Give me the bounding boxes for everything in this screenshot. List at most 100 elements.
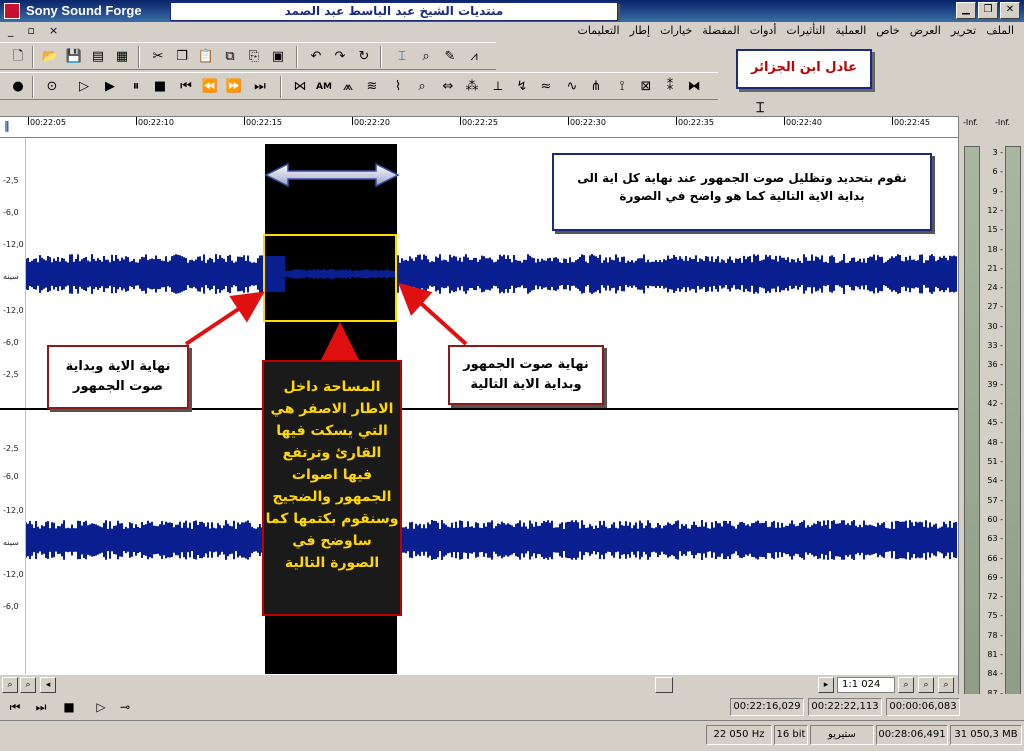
undo-icon[interactable]: ↶	[306, 47, 326, 67]
envelope-tool-icon[interactable]: ⩘	[464, 47, 484, 67]
time-ruler[interactable]: 00:22:05 00:22:10 00:22:15 00:22:20 00:2…	[0, 116, 958, 138]
sample-rate[interactable]: 22 050 Hz	[706, 725, 772, 745]
bit-depth[interactable]: 16 bit	[774, 725, 808, 745]
play-all-icon[interactable]: ▷	[74, 77, 94, 97]
mdi-restore-button[interactable]: ▫	[28, 24, 35, 37]
menu-edit[interactable]: تحرير	[951, 24, 976, 37]
menu-file[interactable]: الملف	[986, 24, 1014, 37]
paste-icon[interactable]: 📋	[196, 47, 216, 67]
redo-icon[interactable]: ↷	[330, 47, 350, 67]
separator	[380, 46, 382, 68]
dynamics-icon[interactable]: ⊠	[636, 77, 656, 97]
filter-icon[interactable]: ⧓	[684, 77, 704, 97]
repeat-icon[interactable]: ↻	[354, 47, 374, 67]
normalize-icon[interactable]: ⌇	[388, 77, 408, 97]
maximize-button[interactable]: ❐	[978, 2, 998, 19]
go-to-end-icon[interactable]: ⏭	[250, 77, 270, 97]
center-callout: المساحة داخل الاطار الاصفر هي التي يسكت …	[262, 360, 402, 616]
menu-view[interactable]: العرض	[910, 24, 941, 37]
menu-favorites[interactable]: المفضلة	[702, 24, 739, 37]
flanger-icon[interactable]: ≈	[536, 77, 556, 97]
meter-scale-label: 27 -	[987, 302, 1003, 312]
save-all-icon[interactable]: ▤	[88, 47, 108, 67]
magnify-tool-icon[interactable]: ⌕	[416, 47, 436, 67]
meter-inf-right: -Inf.	[995, 118, 1011, 127]
reverse-icon[interactable]: ↯	[512, 77, 532, 97]
ruler-tick	[460, 117, 461, 125]
am-icon[interactable]: AM	[314, 77, 334, 97]
edit-tool-icon[interactable]: ⌶	[392, 47, 412, 67]
chorus-icon[interactable]: ∿	[562, 77, 582, 97]
properties-icon[interactable]: ▦	[112, 47, 132, 67]
mini-prev-icon[interactable]: ⏮	[6, 698, 24, 716]
menu-special[interactable]: خاص	[876, 24, 899, 37]
loop-icon[interactable]: ⊙	[42, 77, 62, 97]
zoom-fit-icon[interactable]: ⌕	[938, 677, 954, 693]
open-folder-icon[interactable]: 📂	[40, 47, 60, 67]
zoom-in-icon[interactable]: ⌕	[2, 677, 18, 693]
pause-icon[interactable]: ⏸	[126, 77, 146, 97]
mini-stop-icon[interactable]: ■	[60, 698, 78, 716]
menu-window[interactable]: إطار	[630, 24, 650, 37]
play-icon[interactable]: ▶	[100, 77, 120, 97]
close-button[interactable]: ✕	[1000, 2, 1020, 19]
selection-length-time: 00:00:06,083	[886, 698, 960, 716]
mini-next-icon[interactable]: ⏭	[32, 698, 50, 716]
new-file-icon[interactable]: 🗋	[8, 47, 28, 67]
meter-scale-label: 15 -	[987, 225, 1003, 235]
forum-banner: منتديات الشيخ عبد الباسط عبد الصمد	[170, 2, 618, 21]
zoom-out-2-icon[interactable]: ⌕	[918, 677, 934, 693]
scroll-left-icon[interactable]: ◂	[40, 677, 56, 693]
meter-scale-label: 33 -	[987, 341, 1003, 351]
mini-loop-icon[interactable]: ⊸	[116, 698, 134, 716]
ruler-label: 00:22:45	[894, 118, 930, 127]
scroll-right-icon[interactable]: ▸	[818, 677, 834, 693]
menu-bar: الملف تحرير العرض خاص العملية التأثيرات …	[0, 22, 1024, 40]
noise-gate-icon[interactable]: ⁂	[462, 77, 482, 97]
paste-new-icon[interactable]: ⎘	[244, 47, 264, 67]
pitch-icon[interactable]: ⟂	[488, 77, 508, 97]
zoom-in-2-icon[interactable]: ⌕	[898, 677, 914, 693]
menu-tools[interactable]: أدوات	[750, 24, 777, 37]
selection-start-time: 00:22:22,113	[808, 698, 882, 716]
graph-eq-icon[interactable]: ≋	[362, 77, 382, 97]
delay-icon[interactable]: ⋔	[586, 77, 606, 97]
level-meters: -Inf. -Inf. 3 - 6 - 9 - 12 - 15 - 18 - 21 - 24 …	[958, 116, 1024, 720]
copy-icon[interactable]: ❐	[172, 47, 192, 67]
zoom-icon[interactable]: ⌕	[412, 77, 432, 97]
go-to-start-icon[interactable]: ⏮	[176, 77, 196, 97]
forward-icon[interactable]: ⏩	[224, 77, 244, 97]
noise-icon[interactable]: ⁑	[660, 77, 680, 97]
menu-effects[interactable]: التأثيرات	[786, 24, 825, 37]
cut-icon[interactable]: ✂	[148, 47, 168, 67]
mdi-minimize-button[interactable]: _	[8, 24, 14, 37]
ruler-label: 00:22:30	[570, 118, 606, 127]
distortion-icon[interactable]: ⟟	[612, 77, 632, 97]
wave-shape-icon[interactable]: ⩕	[338, 77, 358, 97]
record-icon[interactable]: ●	[8, 77, 28, 97]
ruler-mode-icon[interactable]: ‖	[4, 119, 20, 135]
mini-play-icon[interactable]: ▷	[92, 698, 110, 716]
stretch-icon[interactable]: ⇔	[438, 77, 458, 97]
standard-toolbar: 🗋 📂 💾 ▤ ▦ ✂ ❐ 📋 ⧉ ⎘ ▣ ↶ ↷ ↻ ⌶ ⌕ ✎ ⩘	[0, 42, 496, 70]
scroll-thumb[interactable]	[655, 677, 673, 693]
minimize-button[interactable]: ▁	[956, 2, 976, 19]
mdi-close-button[interactable]: ×	[49, 24, 58, 37]
status-bar: 22 050 Hz 16 bit ستيريو 00:28:06,491 31 …	[0, 720, 1024, 751]
pencil-tool-icon[interactable]: ✎	[440, 47, 460, 67]
app-title: Sony Sound Forge	[26, 3, 142, 18]
mix-icon[interactable]: ⧉	[220, 47, 240, 67]
meter-scale-label: 72 -	[987, 592, 1003, 602]
menu-items: الملف تحرير العرض خاص العملية التأثيرات …	[578, 24, 1014, 37]
stop-icon[interactable]: ■	[150, 77, 170, 97]
menu-options[interactable]: خيارات	[660, 24, 692, 37]
save-icon[interactable]: 💾	[64, 47, 84, 67]
zoom-ratio[interactable]: 1:1 024	[837, 677, 895, 693]
rewind-icon[interactable]: ⏪	[200, 77, 220, 97]
crop-icon[interactable]: ▣	[268, 47, 288, 67]
zoom-out-icon[interactable]: ⌕	[20, 677, 36, 693]
fade-icon[interactable]: ⋈	[290, 77, 310, 97]
channel-mode[interactable]: ستيريو	[810, 725, 874, 745]
menu-process[interactable]: العملية	[835, 24, 866, 37]
menu-help[interactable]: التعليمات	[578, 24, 620, 37]
